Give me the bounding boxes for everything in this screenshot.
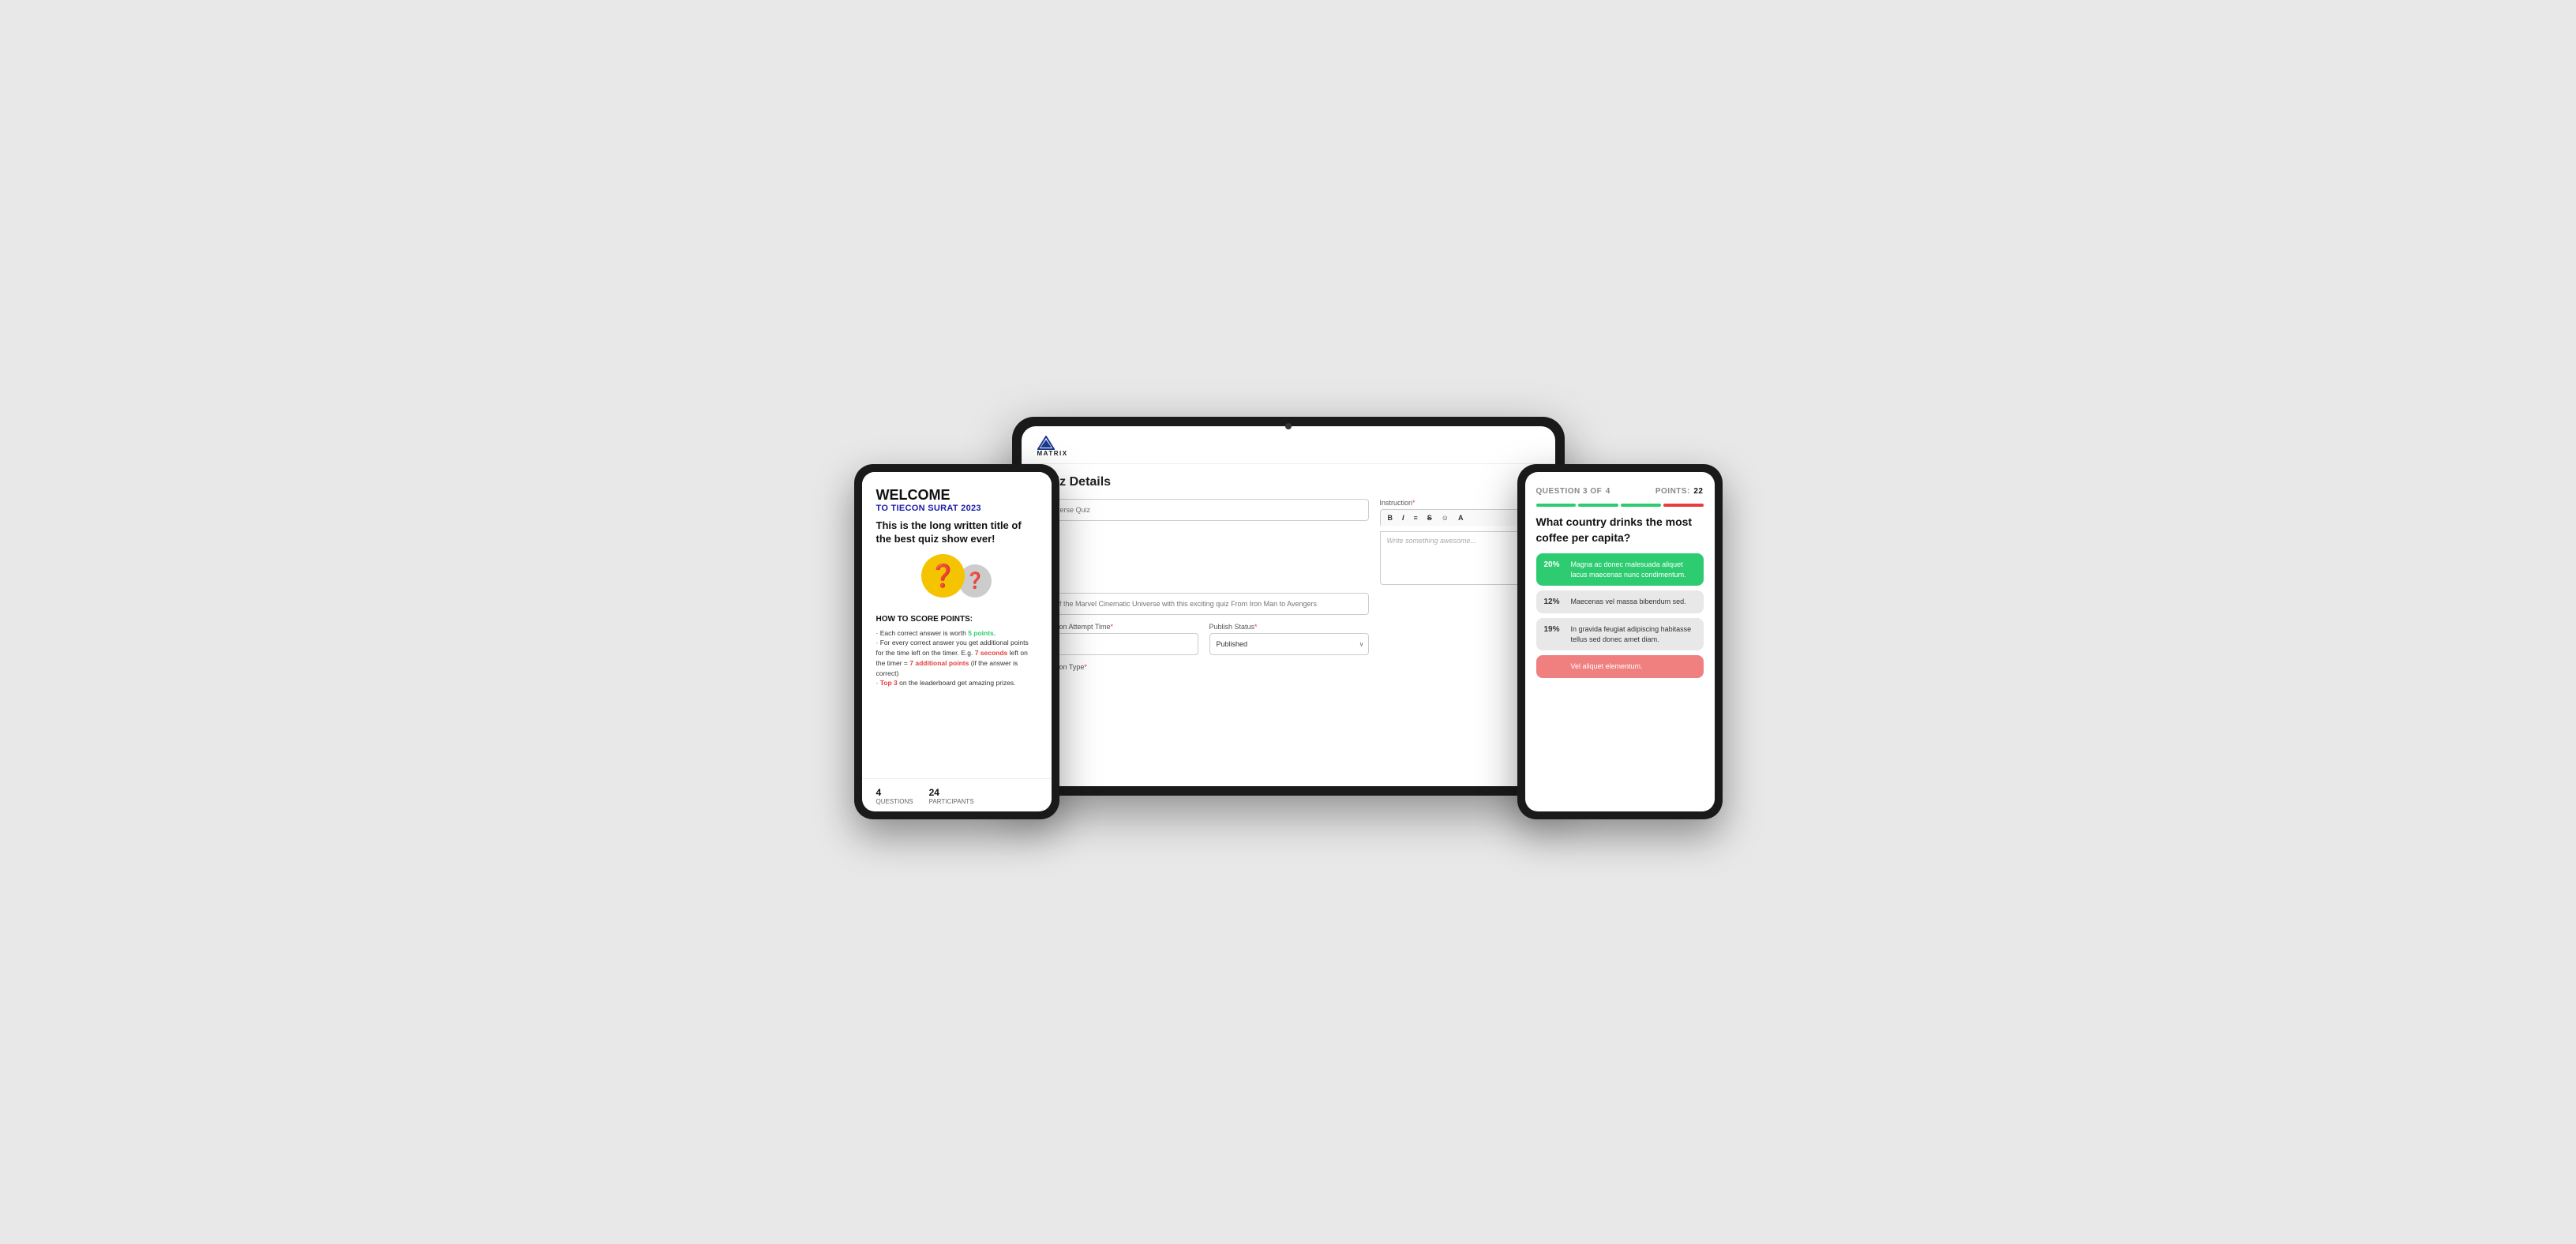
toolbar-strikethrough[interactable]: S <box>1425 513 1434 523</box>
tablet-screen: MATRIX Quiz Details Instruction* B <box>1022 426 1555 786</box>
progress-bar-1 <box>1536 504 1577 507</box>
matrix-logo: MATRIX <box>1037 436 1068 457</box>
score-rule-1: Each correct answer is worth 5 points. <box>876 628 1037 639</box>
form-row-qtype: Question Type* <box>1039 663 1538 671</box>
tablet-device: MATRIX Quiz Details Instruction* B <box>1012 417 1565 796</box>
instruction-group: Instruction* B I ≡ S ☺ A Write something… <box>1380 499 1538 585</box>
quiz-show-title: This is the long written title of the be… <box>876 519 1037 546</box>
progress-bar-3 <box>1621 504 1661 507</box>
answer-pct-2: 12% <box>1544 598 1565 606</box>
how-to-score: HOW TO SCORE POINTS: Each correct answer… <box>862 615 1052 689</box>
answer-text-1: Magna ac donec malesuada aliquet lacus m… <box>1571 560 1696 579</box>
attempt-time-group: Question Attempt Time* <box>1039 623 1198 655</box>
instruction-area[interactable]: Write something awesome... <box>1380 531 1538 585</box>
matrix-logo-icon <box>1037 436 1055 450</box>
instruction-label: Instruction* <box>1380 499 1538 507</box>
quiz-details-title: Quiz Details <box>1039 475 1538 489</box>
answer-pct-1: 20% <box>1544 560 1565 569</box>
answer-text-3: In gravida feugiat adipiscing habitasse … <box>1571 624 1696 644</box>
bubble-yellow: ❓ <box>921 554 965 598</box>
welcome-title: WELCOME <box>876 488 1037 504</box>
tablet-header: MATRIX <box>1022 426 1555 464</box>
question-of-label: QUESTION 3 OF 4 <box>1536 483 1610 497</box>
attempt-time-input[interactable] <box>1039 633 1198 655</box>
participants-label: PARTICIPANTS <box>929 798 974 805</box>
questions-label: QUESTIONS <box>876 798 913 805</box>
progress-bar-2 <box>1578 504 1618 507</box>
score-rule-2: For every correct answer you get additio… <box>876 638 1037 678</box>
toolbar-emoji[interactable]: ☺ <box>1439 513 1451 523</box>
points-display: POINTS: 22 <box>1655 483 1704 497</box>
answer-text-4: Vel aliquet elementum. <box>1571 661 1643 672</box>
phone-footer: 4 QUESTIONS 24 PARTICIPANTS <box>862 778 1052 811</box>
publish-status-group: Publish Status* Published <box>1209 623 1369 655</box>
question-bubble: ❓ ❓ <box>876 554 1037 598</box>
question-type-group: Question Type* <box>1039 663 1538 671</box>
toolbar-bold[interactable]: B <box>1385 513 1396 523</box>
answer-text-2: Maecenas vel massa bibendum sed. <box>1571 597 1686 607</box>
questions-stat: 4 QUESTIONS <box>876 787 913 805</box>
question-text: What country drinks the most coffee per … <box>1525 515 1715 553</box>
scene: MATRIX Quiz Details Instruction* B <box>854 417 1723 827</box>
matrix-logo-text: MATRIX <box>1037 450 1068 457</box>
quiz-question-header: QUESTION 3 OF 4 POINTS: 22 <box>1525 472 1715 504</box>
phone-right-device: QUESTION 3 OF 4 POINTS: 22 What country … <box>1517 464 1723 819</box>
quiz-name-input[interactable] <box>1039 499 1369 521</box>
answer-item-3[interactable]: 19% In gravida feugiat adipiscing habita… <box>1536 618 1704 650</box>
publish-status-select[interactable]: Published <box>1209 633 1369 655</box>
participants-count: 24 <box>929 787 974 798</box>
how-to-score-title: HOW TO SCORE POINTS: <box>876 615 1037 624</box>
attempt-time-label: Question Attempt Time* <box>1039 623 1198 631</box>
description-input[interactable] <box>1039 593 1369 615</box>
description-group <box>1039 593 1369 615</box>
phone-left-device: WELCOME TO TIECON SURAT 2023 This is the… <box>854 464 1059 819</box>
toolbar-list[interactable]: ≡ <box>1412 513 1420 523</box>
phone-right-screen: QUESTION 3 OF 4 POINTS: 22 What country … <box>1525 472 1715 811</box>
welcome-header: WELCOME TO TIECON SURAT 2023 This is the… <box>862 472 1052 615</box>
questions-count: 4 <box>876 787 913 798</box>
progress-bar-4 <box>1663 504 1704 507</box>
form-row-1: Instruction* B I ≡ S ☺ A Write something… <box>1039 499 1538 585</box>
answer-item-1[interactable]: 20% Magna ac donec malesuada aliquet lac… <box>1536 553 1704 586</box>
answers-list: 20% Magna ac donec malesuada aliquet lac… <box>1525 553 1715 811</box>
participants-stat: 24 PARTICIPANTS <box>929 787 974 805</box>
form-row-desc <box>1039 593 1538 615</box>
score-rule-3: Top 3 on the leaderboard get amazing pri… <box>876 678 1037 688</box>
answer-item-4[interactable]: Vel aliquet elementum. <box>1536 655 1704 678</box>
toolbar-font[interactable]: A <box>1456 513 1466 523</box>
toolbar-row: B I ≡ S ☺ A <box>1380 509 1538 526</box>
quiz-name-group <box>1039 499 1369 521</box>
score-list: Each correct answer is worth 5 points. F… <box>876 628 1037 689</box>
progress-bars <box>1525 504 1715 515</box>
phone-left-screen: WELCOME TO TIECON SURAT 2023 This is the… <box>862 472 1052 811</box>
tablet-content: Quiz Details Instruction* B I ≡ <box>1022 464 1555 786</box>
question-type-label: Question Type* <box>1039 663 1538 671</box>
answer-item-2[interactable]: 12% Maecenas vel massa bibendum sed. <box>1536 590 1704 613</box>
publish-status-select-wrapper[interactable]: Published <box>1209 633 1369 655</box>
toolbar-italic[interactable]: I <box>1400 513 1407 523</box>
answer-pct-3: 19% <box>1544 625 1565 634</box>
publish-status-label: Publish Status* <box>1209 623 1369 631</box>
form-row-time-status: Question Attempt Time* Publish Status* P… <box>1039 623 1538 655</box>
welcome-subtitle: TO TIECON SURAT 2023 <box>876 504 1037 513</box>
